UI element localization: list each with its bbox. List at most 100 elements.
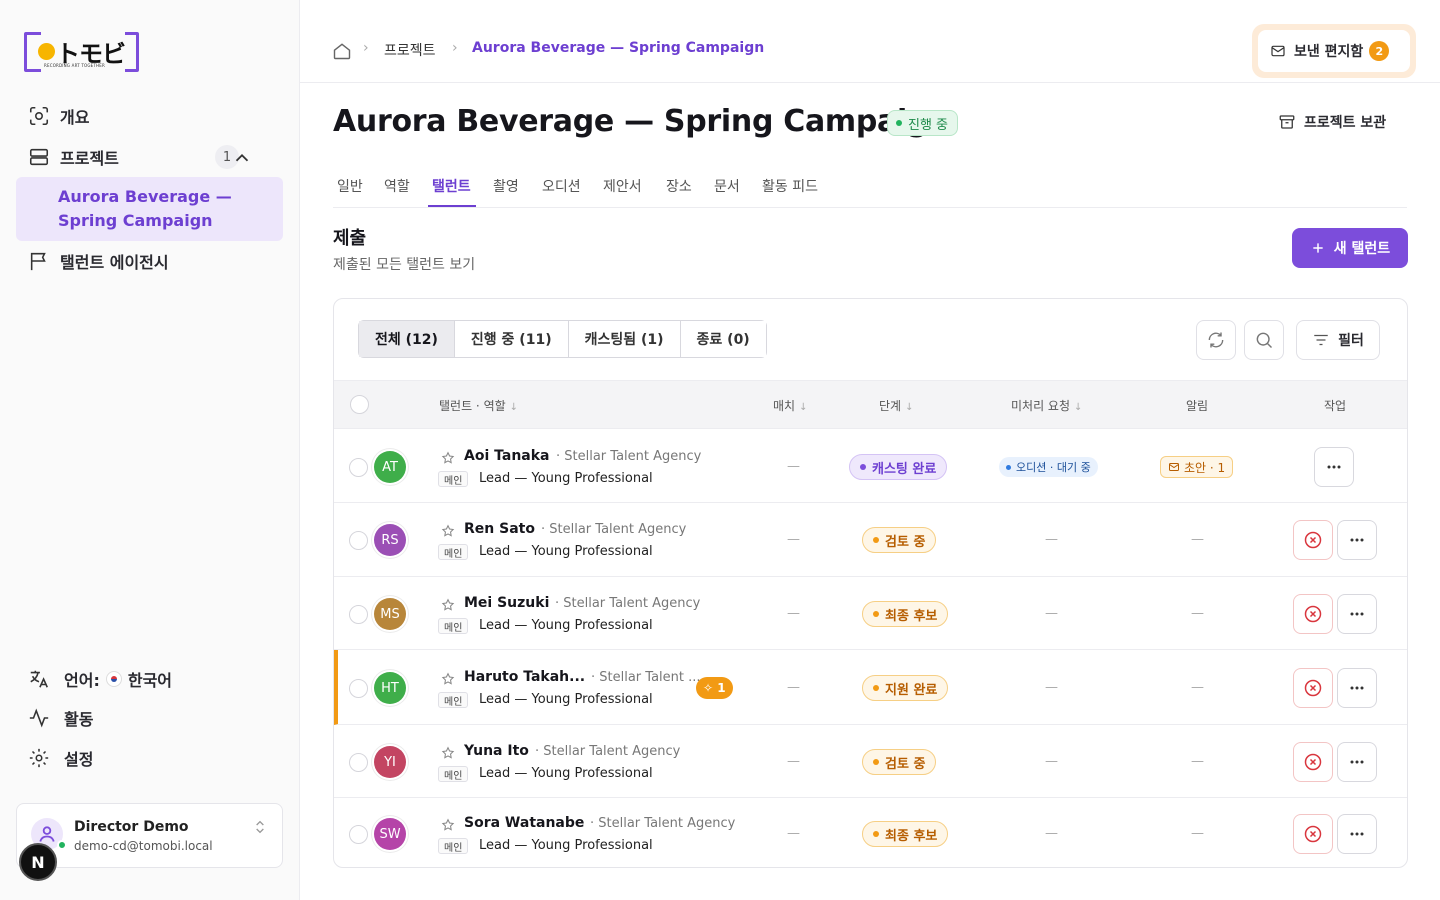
tab-general[interactable]: 일반 bbox=[337, 172, 363, 207]
translate-icon bbox=[30, 670, 48, 688]
more-actions-button[interactable] bbox=[1314, 447, 1354, 487]
row-checkbox[interactable] bbox=[349, 531, 368, 550]
alert-value: — bbox=[1191, 754, 1204, 769]
talent-name[interactable]: Aoi Tanaka bbox=[464, 448, 550, 464]
home-icon[interactable] bbox=[332, 41, 352, 61]
sidebar-item-talent-agency[interactable]: 탤런트 에이전시 bbox=[16, 243, 283, 279]
breadcrumb-current[interactable]: Aurora Beverage — Spring Campaign bbox=[472, 40, 764, 56]
table-row[interactable]: RS Ren Sato · Stellar Talent Agency 메인 Lead … bbox=[334, 503, 1407, 577]
outbox-button[interactable]: 보낸 편지함 2 bbox=[1252, 24, 1416, 78]
tab-talent[interactable]: 탤런트 bbox=[428, 172, 476, 207]
more-actions-button[interactable] bbox=[1337, 668, 1377, 708]
row-checkbox[interactable] bbox=[349, 825, 368, 844]
table-row[interactable]: AT Aoi Tanaka · Stellar Talent Agency 메인 Lea… bbox=[334, 430, 1407, 503]
star-icon[interactable] bbox=[441, 746, 455, 760]
tab-activity-feed[interactable]: 활동 피드 bbox=[762, 172, 818, 207]
star-icon[interactable] bbox=[441, 672, 455, 686]
chevron-up-icon[interactable] bbox=[231, 147, 253, 169]
refresh-button[interactable] bbox=[1196, 320, 1236, 360]
sidebar-item-label: 설정 bbox=[64, 750, 94, 769]
alert-value: — bbox=[1191, 532, 1204, 547]
talent-name[interactable]: Yuna Ito bbox=[464, 743, 529, 759]
star-icon[interactable] bbox=[441, 524, 455, 538]
segment-all[interactable]: 전체 (12) bbox=[359, 321, 455, 357]
user-name: Director Demo bbox=[74, 819, 189, 835]
table-row[interactable]: HT Haruto Takah... · Stellar Talent ... 메인 L… bbox=[334, 650, 1407, 725]
new-talent-button[interactable]: 새 탤런트 bbox=[1292, 228, 1408, 268]
star-icon[interactable] bbox=[441, 818, 455, 832]
row-checkbox[interactable] bbox=[349, 605, 368, 624]
x-circle-icon bbox=[1304, 605, 1322, 623]
alert-badge[interactable]: 초안 · 1 bbox=[1160, 456, 1234, 478]
stage-badge: 검토 중 bbox=[862, 749, 937, 775]
table-row[interactable]: YI Yuna Ito · Stellar Talent Agency 메인 Lead … bbox=[334, 725, 1407, 798]
avatar: SW bbox=[374, 818, 406, 850]
sidebar-item-settings[interactable]: 설정 bbox=[16, 742, 283, 774]
main-role-tag: 메인 bbox=[438, 471, 469, 487]
talent-name[interactable]: Mei Suzuki bbox=[464, 595, 549, 611]
more-actions-button[interactable] bbox=[1337, 814, 1377, 854]
row-checkbox[interactable] bbox=[349, 753, 368, 772]
segment-cast[interactable]: 캐스팅됨 (1) bbox=[568, 321, 681, 357]
sidebar-item-active-project[interactable]: Aurora Beverage — Spring Campaign bbox=[16, 177, 283, 241]
row-checkbox[interactable] bbox=[349, 679, 368, 698]
talent-name[interactable]: Sora Watanabe bbox=[464, 815, 584, 831]
tab-documents[interactable]: 문서 bbox=[714, 172, 740, 207]
star-icon[interactable] bbox=[441, 451, 455, 465]
tab-audition[interactable]: 오디션 bbox=[542, 172, 581, 207]
submissions-table-card: 전체 (12) 진행 중 (11) 캐스팅됨 (1) 종료 (0) 필터 탤런트… bbox=[333, 298, 1408, 868]
stage-dot bbox=[873, 537, 879, 543]
sidebar-item-activity[interactable]: 활동 bbox=[16, 702, 283, 734]
segment-in-progress[interactable]: 진행 중 (11) bbox=[454, 321, 569, 357]
online-status-dot bbox=[57, 840, 67, 850]
talent-name[interactable]: Haruto Takah... bbox=[464, 669, 585, 685]
select-all-checkbox[interactable] bbox=[350, 395, 369, 414]
more-actions-button[interactable] bbox=[1337, 520, 1377, 560]
reject-button[interactable] bbox=[1293, 594, 1333, 634]
talent-agency: · Stellar Talent Agency bbox=[535, 744, 681, 759]
x-circle-icon bbox=[1304, 753, 1322, 771]
language-selector[interactable]: 언어: 한국어 bbox=[16, 663, 283, 695]
sidebar-item-overview[interactable]: 개요 bbox=[16, 98, 283, 134]
more-horizontal-icon bbox=[1350, 686, 1364, 690]
sort-arrow-icon: ↓ bbox=[509, 402, 519, 413]
reject-button[interactable] bbox=[1293, 668, 1333, 708]
status-label: 진행 중 bbox=[908, 117, 949, 133]
column-pending[interactable]: 미처리 요청 ↓ bbox=[1011, 397, 1082, 414]
filter-button[interactable]: 필터 bbox=[1296, 320, 1380, 360]
x-circle-icon bbox=[1304, 825, 1322, 843]
new-talent-label: 새 탤런트 bbox=[1333, 241, 1391, 257]
column-stage[interactable]: 단계 ↓ bbox=[879, 397, 913, 414]
dev-tools-badge[interactable]: N bbox=[19, 843, 57, 881]
reject-button[interactable] bbox=[1293, 742, 1333, 782]
brand-logo[interactable]: トモビ RECORDING ART TOGETHER bbox=[24, 32, 139, 72]
archive-project-button[interactable]: 프로젝트 보관 bbox=[1278, 112, 1386, 132]
reject-button[interactable] bbox=[1293, 520, 1333, 560]
more-actions-button[interactable] bbox=[1337, 742, 1377, 782]
table-row[interactable]: MS Mei Suzuki · Stellar Talent Agency 메인 Lea… bbox=[334, 577, 1407, 650]
row-checkbox[interactable] bbox=[349, 458, 368, 477]
match-value: — bbox=[787, 459, 800, 474]
segment-closed[interactable]: 종료 (0) bbox=[680, 321, 766, 357]
stage-dot bbox=[873, 611, 879, 617]
breadcrumb-projects[interactable]: 프로젝트 bbox=[384, 40, 436, 60]
reject-button[interactable] bbox=[1293, 814, 1333, 854]
column-talent[interactable]: 탤런트 · 역할 ↓ bbox=[439, 397, 518, 414]
projects-icon bbox=[29, 148, 49, 166]
search-button[interactable] bbox=[1244, 320, 1284, 360]
tab-roles[interactable]: 역할 bbox=[384, 172, 410, 207]
star-icon[interactable] bbox=[441, 598, 455, 612]
tab-shoot[interactable]: 촬영 bbox=[493, 172, 519, 207]
column-match[interactable]: 매치 ↓ bbox=[773, 397, 807, 414]
sidebar-item-label: 개요 bbox=[60, 108, 90, 127]
talent-role: Lead — Young Professional bbox=[479, 618, 653, 633]
sidebar-item-projects[interactable]: 프로젝트 1 bbox=[16, 139, 283, 175]
tab-location[interactable]: 장소 bbox=[666, 172, 692, 207]
archive-label: 프로젝트 보관 bbox=[1304, 115, 1387, 131]
table-row[interactable]: SW Sora Watanabe · Stellar Talent Agency 메인… bbox=[334, 798, 1407, 867]
more-horizontal-icon bbox=[1350, 832, 1364, 836]
talent-name[interactable]: Ren Sato bbox=[464, 521, 535, 537]
tab-proposal[interactable]: 제안서 bbox=[603, 172, 642, 207]
project-tabs: 일반 역할 탤런트 촬영 오디션 제안서 장소 문서 활동 피드 bbox=[333, 172, 1407, 208]
more-actions-button[interactable] bbox=[1337, 594, 1377, 634]
